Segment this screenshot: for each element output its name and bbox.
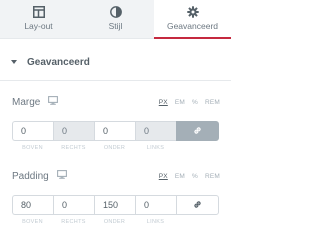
padding-right-input[interactable]: 0 (53, 195, 94, 215)
desktop-monitor-icon[interactable] (56, 170, 67, 182)
margin-bottom-input[interactable]: 0 (94, 121, 135, 141)
tab-layout-label: Lay-out (24, 21, 53, 31)
tab-advanced-label: Geavanceerd (166, 21, 219, 31)
section-title: Geavanceerd (27, 56, 90, 68)
margin-dimensions: 0 0 0 0 (12, 121, 219, 141)
margin-top-input[interactable]: 0 (12, 121, 53, 141)
padding-top-input[interactable]: 80 (12, 195, 53, 215)
margin-link-button[interactable] (176, 121, 219, 141)
divider (0, 80, 231, 81)
padding-control-title: Padding (12, 170, 67, 182)
padding-dimension-labels: BOVEN RECHTS ONDER LINKS (12, 219, 219, 225)
padding-bottom-input[interactable]: 150 (94, 195, 135, 215)
tab-style[interactable]: Stijl (77, 0, 154, 38)
padding-label: Padding (12, 170, 49, 182)
margin-unit-switcher: PX EM % REM (159, 99, 220, 106)
padding-bottom-label: ONDER (103, 219, 126, 225)
link-icon (193, 122, 202, 140)
padding-top-label: BOVEN (22, 219, 43, 225)
layout-icon (32, 6, 45, 18)
padding-unit-px[interactable]: PX (159, 173, 168, 180)
padding-link-button[interactable] (176, 195, 219, 215)
margin-unit-em[interactable]: EM (175, 99, 185, 106)
margin-dimension-labels: BOVEN RECHTS ONDER LINKS (12, 145, 219, 151)
margin-right-label: RECHTS (61, 145, 86, 151)
padding-unit-rem[interactable]: REM (205, 173, 220, 180)
margin-control-title: Marge (12, 96, 59, 108)
padding-right-label: RECHTS (61, 219, 86, 225)
margin-label: Marge (12, 96, 41, 108)
style-icon (109, 6, 122, 18)
padding-unit-em[interactable]: EM (175, 173, 185, 180)
caret-down-icon (11, 60, 17, 64)
tab-layout[interactable]: Lay-out (0, 0, 77, 38)
padding-left-label: LINKS (146, 219, 165, 225)
margin-left-input[interactable]: 0 (135, 121, 176, 141)
margin-top-label: BOVEN (22, 145, 43, 151)
margin-left-label: LINKS (146, 145, 165, 151)
margin-right-input[interactable]: 0 (53, 121, 94, 141)
padding-unit-switcher: PX EM % REM (159, 173, 220, 180)
section-toggle-advanced[interactable]: Geavanceerd (0, 50, 231, 74)
gear-icon (186, 6, 199, 18)
tab-style-label: Stijl (108, 21, 123, 31)
panel-tabs: Lay-out Stijl Geavanceerd (0, 0, 231, 39)
margin-unit-px[interactable]: PX (159, 99, 168, 106)
desktop-monitor-icon[interactable] (48, 96, 59, 108)
margin-bottom-label: ONDER (103, 145, 126, 151)
tab-advanced[interactable]: Geavanceerd (154, 0, 231, 39)
padding-left-input[interactable]: 0 (135, 195, 176, 215)
padding-unit-percent[interactable]: % (192, 173, 198, 180)
link-icon (193, 196, 202, 214)
padding-dimensions: 80 0 150 0 (12, 195, 219, 215)
margin-unit-percent[interactable]: % (192, 99, 198, 106)
margin-unit-rem[interactable]: REM (205, 99, 220, 106)
